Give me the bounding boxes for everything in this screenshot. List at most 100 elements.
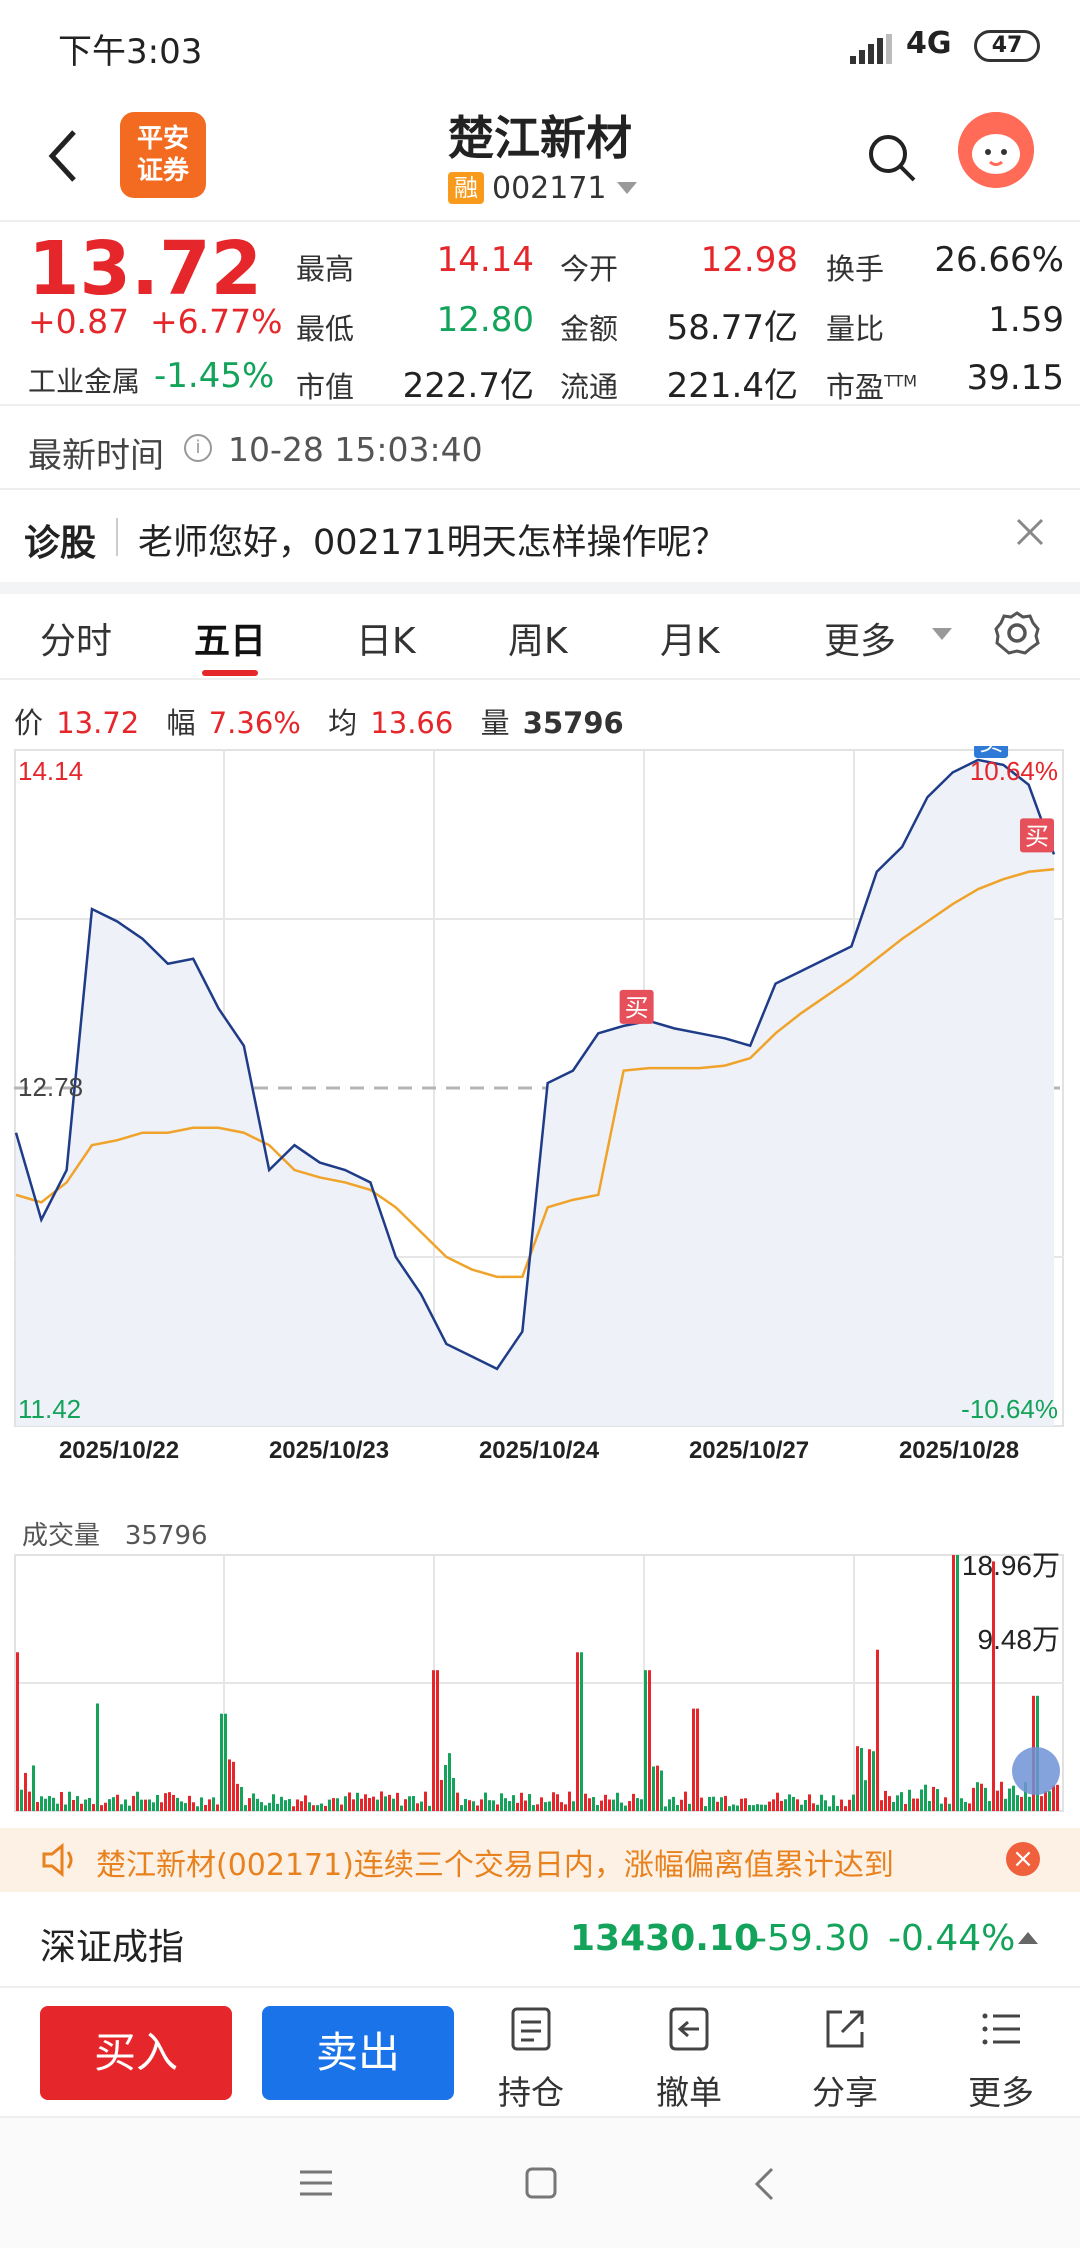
price-chart-svg[interactable]: 14.14 12.78 11.42 10.64% -10.64% 2025/10/22 20…: [14, 723, 1064, 1476]
volume-bar: [160, 1802, 163, 1811]
volume-bar: [960, 1798, 963, 1811]
search-icon[interactable]: [866, 132, 918, 184]
volume-bar: [428, 1805, 431, 1811]
volume-bar: [796, 1799, 799, 1811]
sector-name[interactable]: 工业金属: [28, 360, 140, 400]
buy-button[interactable]: 买入: [40, 2006, 232, 2100]
five-day-chart[interactable]: 14.14 12.78 11.42 10.64% -10.64% 2025/10/22 20…: [14, 723, 1064, 1476]
positions-button[interactable]: 持仓: [476, 2006, 586, 2114]
caret-up-icon[interactable]: [1018, 1932, 1038, 1944]
volume-chart-svg[interactable]: 18.96万 9.48万: [14, 1515, 1064, 1815]
volume-bar: [716, 1801, 719, 1811]
volume-bar: [948, 1803, 951, 1811]
volume-bar: [448, 1753, 451, 1811]
date-label: 2025/10/27: [689, 1437, 809, 1464]
volume-bar: [128, 1805, 131, 1811]
recents-icon[interactable]: [298, 2168, 334, 2198]
volume-bar: [712, 1796, 715, 1811]
more-label: 更多: [968, 2073, 1034, 2112]
tab-weekly-k[interactable]: 周K: [508, 612, 568, 664]
volume-bar: [172, 1794, 175, 1811]
volume-bar: [1056, 1784, 1059, 1811]
latest-time-row: 最新时间 i 10-28 15:03:40: [0, 406, 1080, 490]
volume-bar: [780, 1800, 783, 1811]
volume-bar: [272, 1794, 275, 1811]
tab-intraday[interactable]: 分时: [40, 612, 112, 664]
volume-bar: [404, 1799, 407, 1811]
volume-bar: [396, 1792, 399, 1811]
volume-chart[interactable]: 成交量 35796 18.96万 9.48万: [14, 1515, 1064, 1815]
index-change-pct: -0.44%: [888, 1918, 1016, 1959]
volume-bar: [104, 1802, 107, 1811]
volume-bar: [72, 1799, 75, 1811]
volume-bar: [184, 1803, 187, 1811]
back-icon[interactable]: [752, 2166, 776, 2202]
volume-bar: [672, 1796, 675, 1811]
info-icon[interactable]: i: [184, 434, 212, 462]
price-change: +0.87: [28, 302, 130, 341]
volume-bar: [24, 1772, 27, 1811]
volume-bar: [284, 1800, 287, 1811]
volume-bar: [920, 1789, 923, 1811]
volume-bar: [240, 1787, 243, 1811]
gear-icon[interactable]: [994, 610, 1040, 656]
volume-bar: [752, 1805, 755, 1811]
sell-button[interactable]: 卖出: [262, 2006, 454, 2100]
last-price: 13.72: [28, 226, 263, 312]
battery-icon: 47: [974, 30, 1040, 62]
volume-bar: [848, 1799, 851, 1811]
volume-bar: [196, 1806, 199, 1811]
cancel-order-icon: [669, 2007, 709, 2051]
volume-bar: [936, 1789, 939, 1811]
volume-bar: [996, 1790, 999, 1811]
volume-bar: [744, 1798, 747, 1811]
tab-daily-k[interactable]: 日K: [356, 612, 416, 664]
caret-down-icon: [932, 628, 952, 640]
close-alert-icon[interactable]: ×: [1006, 1842, 1040, 1876]
volume-bar: [524, 1800, 527, 1811]
date-label: 2025/10/24: [479, 1437, 600, 1464]
volume-bar: [532, 1805, 535, 1811]
diagnose-question[interactable]: 老师您好，002171明天怎样操作呢？: [138, 514, 727, 565]
more-button[interactable]: 更多: [946, 2006, 1056, 2114]
pct-max-label: 10.64%: [970, 756, 1058, 786]
volume-title: 成交量 35796: [22, 1515, 208, 1552]
home-icon[interactable]: [524, 2166, 558, 2200]
volume-bar: [408, 1796, 411, 1811]
share-button[interactable]: 分享: [790, 2006, 900, 2114]
volume-bar: [164, 1793, 167, 1811]
quote-field-value: 1.59: [988, 300, 1064, 340]
quote-panel: 13.72 +0.87 +6.77% 工业金属 -1.45% 最高 14.14 今开…: [0, 220, 1080, 406]
menu-icon: [982, 2013, 1020, 2045]
volume-bar: [124, 1799, 127, 1811]
tab-more[interactable]: 更多: [824, 612, 896, 664]
volume-bar: [300, 1801, 303, 1811]
index-ticker[interactable]: 深证成指 13430.10 -59.30 -0.44%: [0, 1892, 1080, 1988]
tab-five-day[interactable]: 五日: [194, 612, 266, 664]
diagnose-bar[interactable]: 诊股 老师您好，002171明天怎样操作呢？: [0, 490, 1080, 582]
volume-bar: [16, 1652, 19, 1811]
alert-banner[interactable]: 楚江新材(002171)连续三个交易日内，涨幅偏离值累计达到 ×: [0, 1828, 1080, 1892]
system-nav-bar: [0, 2118, 1080, 2248]
assistant-avatar-icon[interactable]: [958, 112, 1034, 188]
cancel-order-button[interactable]: 撤单: [634, 2006, 744, 2114]
volume-bar: [176, 1797, 179, 1811]
trade-toolbar: 买入 卖出 持仓 撤单 分享 更多: [0, 1988, 1080, 2118]
volume-bar: [596, 1805, 599, 1811]
volume-bar: [168, 1792, 171, 1811]
quote-field-value: 26.66%: [934, 240, 1064, 280]
volume-bar: [912, 1798, 915, 1811]
volume-bar: [84, 1799, 87, 1811]
close-icon[interactable]: [1010, 512, 1050, 552]
volume-bar: [1012, 1785, 1015, 1811]
stock-code-selector[interactable]: 融 002171: [448, 170, 637, 206]
volume-bar: [932, 1786, 935, 1811]
tab-monthly-k[interactable]: 月K: [660, 612, 720, 664]
volume-bar: [20, 1789, 23, 1811]
share-label: 分享: [812, 2073, 878, 2112]
volume-bar: [464, 1798, 467, 1811]
volume-bar: [508, 1801, 511, 1811]
quote-field-value: 58.77亿: [666, 308, 798, 348]
volume-bar: [96, 1703, 99, 1811]
alert-text[interactable]: 楚江新材(002171)连续三个交易日内，涨幅偏离值累计达到: [96, 1840, 894, 1884]
